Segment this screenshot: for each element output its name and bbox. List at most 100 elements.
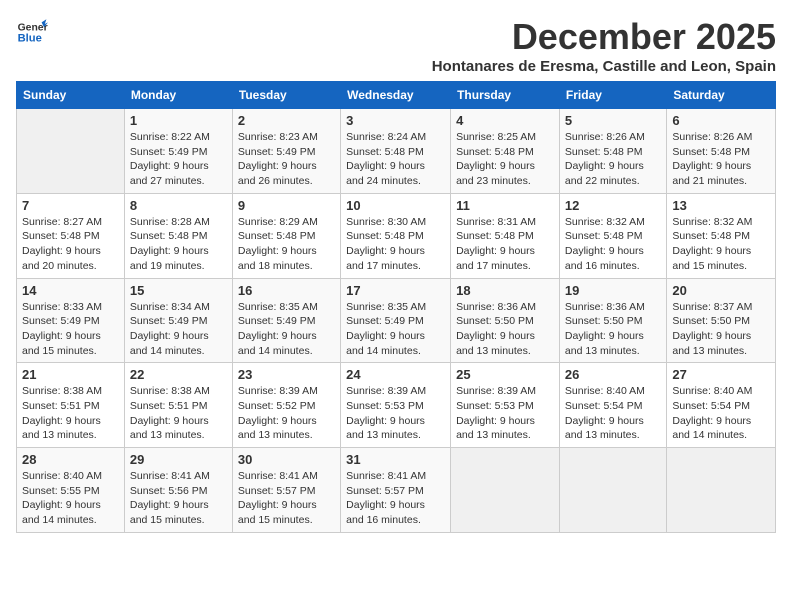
day-number: 14 xyxy=(22,283,119,298)
weekday-header-cell: Wednesday xyxy=(341,82,451,109)
day-number: 3 xyxy=(346,113,445,128)
day-info: Sunrise: 8:27 AMSunset: 5:48 PMDaylight:… xyxy=(22,215,119,274)
day-info: Sunrise: 8:35 AMSunset: 5:49 PMDaylight:… xyxy=(346,300,445,359)
calendar-cell: 16 Sunrise: 8:35 AMSunset: 5:49 PMDayligh… xyxy=(232,278,340,363)
calendar-cell: 25 Sunrise: 8:39 AMSunset: 5:53 PMDayligh… xyxy=(451,363,560,448)
calendar-cell: 13 Sunrise: 8:32 AMSunset: 5:48 PMDayligh… xyxy=(667,193,776,278)
day-number: 24 xyxy=(346,367,445,382)
day-number: 16 xyxy=(238,283,335,298)
calendar-week-row: 14 Sunrise: 8:33 AMSunset: 5:49 PMDayligh… xyxy=(17,278,776,363)
day-number: 20 xyxy=(672,283,770,298)
calendar-cell: 31 Sunrise: 8:41 AMSunset: 5:57 PMDayligh… xyxy=(341,448,451,533)
day-number: 28 xyxy=(22,452,119,467)
calendar-cell: 17 Sunrise: 8:35 AMSunset: 5:49 PMDayligh… xyxy=(341,278,451,363)
day-number: 31 xyxy=(346,452,445,467)
day-info: Sunrise: 8:29 AMSunset: 5:48 PMDaylight:… xyxy=(238,215,335,274)
day-number: 29 xyxy=(130,452,227,467)
day-info: Sunrise: 8:35 AMSunset: 5:49 PMDaylight:… xyxy=(238,300,335,359)
title-area: December 2025 Hontanares de Eresma, Cast… xyxy=(432,16,776,75)
calendar-cell: 3 Sunrise: 8:24 AMSunset: 5:48 PMDaylight… xyxy=(341,109,451,194)
calendar-cell: 11 Sunrise: 8:31 AMSunset: 5:48 PMDayligh… xyxy=(451,193,560,278)
calendar-cell: 24Sunrise: 8:39 AMSunset: 5:53 PMDayligh… xyxy=(341,363,451,448)
weekday-header-cell: Thursday xyxy=(451,82,560,109)
day-info: Sunrise: 8:31 AMSunset: 5:48 PMDaylight:… xyxy=(456,215,554,274)
day-number: 7 xyxy=(22,198,119,213)
day-info: Sunrise: 8:23 AMSunset: 5:49 PMDaylight:… xyxy=(238,130,335,189)
day-number: 19 xyxy=(565,283,661,298)
weekday-header-cell: Saturday xyxy=(667,82,776,109)
day-number: 5 xyxy=(565,113,661,128)
day-number: 11 xyxy=(456,198,554,213)
calendar-week-row: 28 Sunrise: 8:40 AMSunset: 5:55 PMDayligh… xyxy=(17,448,776,533)
calendar-cell: 29Sunrise: 8:41 AMSunset: 5:56 PMDayligh… xyxy=(124,448,232,533)
day-number: 2 xyxy=(238,113,335,128)
calendar-cell: 21Sunrise: 8:38 AMSunset: 5:51 PMDayligh… xyxy=(17,363,125,448)
day-info: Sunrise: 8:24 AMSunset: 5:48 PMDaylight:… xyxy=(346,130,445,189)
day-info: Sunrise: 8:25 AMSunset: 5:48 PMDaylight:… xyxy=(456,130,554,189)
calendar-cell xyxy=(667,448,776,533)
calendar-cell: 8 Sunrise: 8:28 AMSunset: 5:48 PMDaylight… xyxy=(124,193,232,278)
day-number: 30 xyxy=(238,452,335,467)
day-info: Sunrise: 8:32 AMSunset: 5:48 PMDaylight:… xyxy=(565,215,661,274)
calendar-cell: 28 Sunrise: 8:40 AMSunset: 5:55 PMDayligh… xyxy=(17,448,125,533)
calendar-cell: 4Sunrise: 8:25 AMSunset: 5:48 PMDaylight… xyxy=(451,109,560,194)
day-number: 21 xyxy=(22,367,119,382)
day-info: Sunrise: 8:30 AMSunset: 5:48 PMDaylight:… xyxy=(346,215,445,274)
calendar-cell: 20 Sunrise: 8:37 AMSunset: 5:50 PMDayligh… xyxy=(667,278,776,363)
calendar-cell: 1Sunrise: 8:22 AMSunset: 5:49 PMDaylight… xyxy=(124,109,232,194)
day-info: Sunrise: 8:40 AMSunset: 5:54 PMDaylight:… xyxy=(565,384,661,443)
day-info: Sunrise: 8:28 AMSunset: 5:48 PMDaylight:… xyxy=(130,215,227,274)
header: General Blue December 2025 Hontanares de… xyxy=(16,16,776,75)
calendar-cell: 14 Sunrise: 8:33 AMSunset: 5:49 PMDayligh… xyxy=(17,278,125,363)
svg-text:Blue: Blue xyxy=(18,33,42,45)
weekday-header-cell: Friday xyxy=(559,82,666,109)
day-number: 13 xyxy=(672,198,770,213)
calendar-cell xyxy=(451,448,560,533)
calendar-cell: 26 Sunrise: 8:40 AMSunset: 5:54 PMDayligh… xyxy=(559,363,666,448)
calendar-cell xyxy=(17,109,125,194)
calendar-cell: 23 Sunrise: 8:39 AMSunset: 5:52 PMDayligh… xyxy=(232,363,340,448)
day-number: 6 xyxy=(672,113,770,128)
day-number: 22 xyxy=(130,367,227,382)
day-info: Sunrise: 8:36 AMSunset: 5:50 PMDaylight:… xyxy=(456,300,554,359)
day-number: 26 xyxy=(565,367,661,382)
day-info: Sunrise: 8:38 AMSunset: 5:51 PMDaylight:… xyxy=(130,384,227,443)
day-number: 8 xyxy=(130,198,227,213)
day-number: 17 xyxy=(346,283,445,298)
day-info: Sunrise: 8:32 AMSunset: 5:48 PMDaylight:… xyxy=(672,215,770,274)
calendar-cell: 15 Sunrise: 8:34 AMSunset: 5:49 PMDayligh… xyxy=(124,278,232,363)
calendar-cell: 9 Sunrise: 8:29 AMSunset: 5:48 PMDaylight… xyxy=(232,193,340,278)
day-number: 10 xyxy=(346,198,445,213)
day-info: Sunrise: 8:40 AMSunset: 5:55 PMDaylight:… xyxy=(22,469,119,528)
day-info: Sunrise: 8:26 AMSunset: 5:48 PMDaylight:… xyxy=(565,130,661,189)
day-info: Sunrise: 8:34 AMSunset: 5:49 PMDaylight:… xyxy=(130,300,227,359)
day-number: 23 xyxy=(238,367,335,382)
calendar-cell: 30Sunrise: 8:41 AMSunset: 5:57 PMDayligh… xyxy=(232,448,340,533)
month-title: December 2025 xyxy=(432,16,776,58)
weekday-header-cell: Tuesday xyxy=(232,82,340,109)
calendar-week-row: 1Sunrise: 8:22 AMSunset: 5:49 PMDaylight… xyxy=(17,109,776,194)
calendar-cell: 22 Sunrise: 8:38 AMSunset: 5:51 PMDayligh… xyxy=(124,363,232,448)
day-info: Sunrise: 8:37 AMSunset: 5:50 PMDaylight:… xyxy=(672,300,770,359)
day-info: Sunrise: 8:33 AMSunset: 5:49 PMDaylight:… xyxy=(22,300,119,359)
day-info: Sunrise: 8:36 AMSunset: 5:50 PMDaylight:… xyxy=(565,300,661,359)
day-number: 15 xyxy=(130,283,227,298)
calendar-week-row: 21 Sunrise: 8:38 AMSunset: 5:51 PMDayligh… xyxy=(17,363,776,448)
calendar-cell: 6 Sunrise: 8:26 AMSunset: 5:48 PMDaylight… xyxy=(667,109,776,194)
calendar-cell: 12Sunrise: 8:32 AMSunset: 5:48 PMDayligh… xyxy=(559,193,666,278)
day-number: 9 xyxy=(238,198,335,213)
day-info: Sunrise: 8:26 AMSunset: 5:48 PMDaylight:… xyxy=(672,130,770,189)
day-info: Sunrise: 8:41 AMSunset: 5:57 PMDaylight:… xyxy=(346,469,445,528)
weekday-header-row: SundayMondayTuesdayWednesdayThursdayFrid… xyxy=(17,82,776,109)
calendar-cell: 27Sunrise: 8:40 AMSunset: 5:54 PMDayligh… xyxy=(667,363,776,448)
day-info: Sunrise: 8:39 AMSunset: 5:52 PMDaylight:… xyxy=(238,384,335,443)
calendar-cell: 7 Sunrise: 8:27 AMSunset: 5:48 PMDaylight… xyxy=(17,193,125,278)
day-info: Sunrise: 8:39 AMSunset: 5:53 PMDaylight:… xyxy=(456,384,554,443)
calendar-cell: 10 Sunrise: 8:30 AMSunset: 5:48 PMDayligh… xyxy=(341,193,451,278)
weekday-header-cell: Sunday xyxy=(17,82,125,109)
day-info: Sunrise: 8:40 AMSunset: 5:54 PMDaylight:… xyxy=(672,384,770,443)
day-number: 25 xyxy=(456,367,554,382)
logo: General Blue xyxy=(16,16,48,48)
calendar-cell: 2 Sunrise: 8:23 AMSunset: 5:49 PMDaylight… xyxy=(232,109,340,194)
calendar-table: SundayMondayTuesdayWednesdayThursdayFrid… xyxy=(16,81,776,533)
